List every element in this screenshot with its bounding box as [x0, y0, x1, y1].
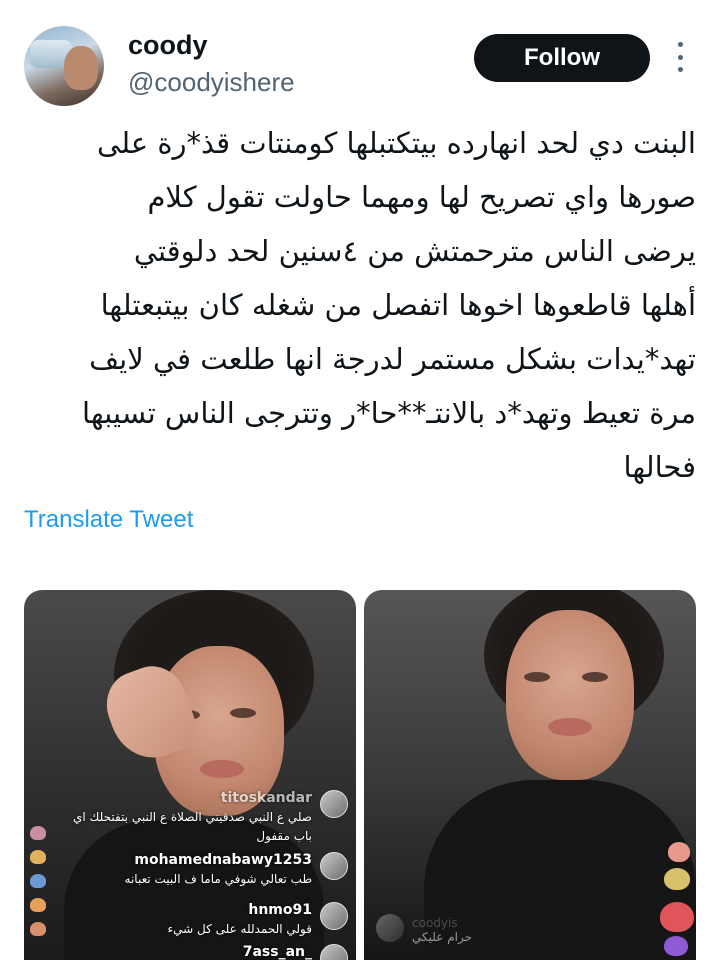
- media-photo-left[interactable]: titoskandar صلي ع النبي صدقيني الصلاة ع …: [24, 590, 356, 960]
- heart-icon: [664, 868, 690, 890]
- tweet-line: أهلها قاطعوها اخوها اتفصل من شغله كان بي…: [100, 288, 696, 322]
- watermark-avatar: [376, 914, 404, 942]
- comment-avatar: [320, 944, 348, 960]
- tweet-header: coody @coodyishere Follow: [24, 26, 696, 110]
- dot: [677, 42, 683, 47]
- dot: [677, 67, 683, 72]
- tweet-line: فحالها: [623, 450, 696, 484]
- tweet-line: تهد*يدات بشكل مستمر لدرجة انها طلعت في ل…: [89, 342, 696, 376]
- hearts-stream: [30, 826, 46, 936]
- face: [506, 610, 634, 780]
- eye: [524, 672, 550, 682]
- tweet-line: صورها واي تصريح لها ومهما حاولت تقول كلا…: [147, 180, 696, 214]
- watermark-text: حرام عليكي: [412, 930, 472, 944]
- heart-icon: [30, 874, 46, 888]
- lips: [200, 760, 244, 778]
- heart-icon: [664, 936, 688, 956]
- comment-avatar: [320, 790, 348, 818]
- comment-user: hnmo91: [248, 902, 312, 918]
- avatar[interactable]: [24, 26, 104, 106]
- comment-text: باب مقفول: [256, 829, 312, 843]
- comment-text: قولي الحمدلله على كل شيء: [167, 922, 312, 936]
- tweet-page: coody @coodyishere Follow البنت دي لحد ا…: [0, 0, 720, 960]
- more-vertical-icon[interactable]: [672, 42, 688, 72]
- heart-icon: [30, 922, 46, 936]
- comment-user: mohamednabawy1253: [134, 852, 312, 868]
- translate-tweet-link[interactable]: Translate Tweet: [24, 506, 193, 534]
- heart-icon: [668, 842, 690, 862]
- live-comment: 7ass_an_: [28, 944, 348, 960]
- dot: [677, 54, 683, 60]
- comment-text: صلي ع النبي صدقيني الصلاة ع النبي بتفتحل…: [73, 810, 312, 824]
- user-handle[interactable]: @coodyishere: [128, 67, 295, 98]
- heart-icon: [30, 850, 46, 864]
- watermark: coodyis حرام عليكي: [376, 914, 472, 944]
- comment-user: 7ass_an_: [242, 944, 312, 960]
- avatar-face: [64, 46, 98, 90]
- display-name[interactable]: coody: [128, 30, 208, 61]
- tweet-line: يرضى الناس مترحمتش من ٤سنين لحد دلوقتي: [133, 234, 696, 268]
- tweet-media: titoskandar صلي ع النبي صدقيني الصلاة ع …: [24, 590, 696, 960]
- live-comment: titoskandar صلي ع النبي صدقيني الصلاة ع …: [28, 790, 348, 844]
- comment-avatar: [320, 852, 348, 880]
- lips: [548, 718, 592, 736]
- watermark-user: coodyis: [412, 916, 458, 930]
- eye: [230, 708, 256, 718]
- tweet-line: مرة تعيط وتهد*د بالانتـ**حا*ر وتترجى الن…: [82, 396, 696, 430]
- tweet-line: البنت دي لحد انهارده بيتكتبلها كومنتات ق…: [97, 126, 696, 160]
- heart-icon: [660, 902, 694, 932]
- heart-icon: [30, 826, 46, 840]
- comment-avatar: [320, 902, 348, 930]
- live-comment: hnmo91 قولي الحمدلله على كل شيء: [28, 902, 348, 937]
- live-comment: mohamednabawy1253 طب تعالي شوفي ماما ف ا…: [28, 852, 348, 887]
- eye: [582, 672, 608, 682]
- follow-button[interactable]: Follow: [474, 34, 650, 82]
- heart-icon: [30, 898, 46, 912]
- comment-text: طب تعالي شوفي ماما ف البيت تعبانه: [124, 872, 312, 886]
- comment-user: titoskandar: [220, 790, 312, 806]
- media-photo-right[interactable]: coodyis حرام عليكي: [364, 590, 696, 960]
- tweet-text: البنت دي لحد انهارده بيتكتبلها كومنتات ق…: [24, 116, 696, 494]
